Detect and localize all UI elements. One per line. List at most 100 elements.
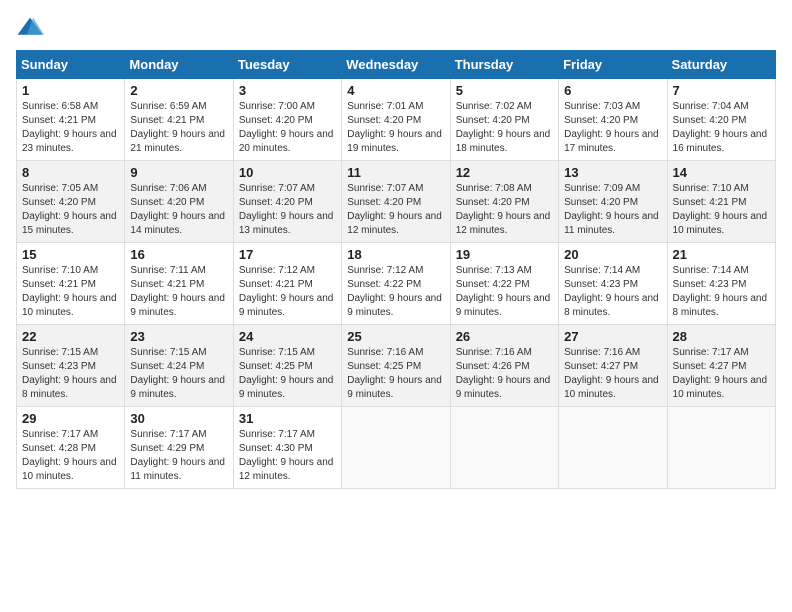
day-of-week-header: Saturday — [667, 51, 775, 79]
day-number: 14 — [673, 165, 770, 180]
calendar-cell: 11 Sunrise: 7:07 AMSunset: 4:20 PMDayligh… — [342, 161, 450, 243]
day-info: Sunrise: 7:15 AMSunset: 4:23 PMDaylight:… — [22, 346, 119, 402]
day-info: Sunrise: 7:17 AMSunset: 4:28 PMDaylight:… — [22, 428, 119, 484]
day-info: Sunrise: 7:08 AMSunset: 4:20 PMDaylight:… — [456, 182, 553, 238]
calendar-week-row: 22 Sunrise: 7:15 AMSunset: 4:23 PMDayligh… — [17, 325, 776, 407]
day-of-week-header: Thursday — [450, 51, 558, 79]
day-of-week-header: Wednesday — [342, 51, 450, 79]
calendar-cell: 14 Sunrise: 7:10 AMSunset: 4:21 PMDayligh… — [667, 161, 775, 243]
calendar-cell: 15Sunrise: 7:10 AMSunset: 4:21 PMDayligh… — [17, 243, 125, 325]
day-number: 18 — [347, 247, 444, 262]
calendar-cell — [342, 407, 450, 489]
day-of-week-header: Sunday — [17, 51, 125, 79]
day-number: 1 — [22, 83, 119, 98]
calendar-week-row: 15Sunrise: 7:10 AMSunset: 4:21 PMDayligh… — [17, 243, 776, 325]
day-info: Sunrise: 7:13 AMSunset: 4:22 PMDaylight:… — [456, 264, 553, 320]
day-info: Sunrise: 7:06 AMSunset: 4:20 PMDaylight:… — [130, 182, 227, 238]
day-of-week-header: Monday — [125, 51, 233, 79]
day-info: Sunrise: 7:12 AMSunset: 4:21 PMDaylight:… — [239, 264, 336, 320]
day-info: Sunrise: 7:05 AMSunset: 4:20 PMDaylight:… — [22, 182, 119, 238]
day-info: Sunrise: 7:14 AMSunset: 4:23 PMDaylight:… — [673, 264, 770, 320]
day-number: 4 — [347, 83, 444, 98]
day-info: Sunrise: 7:10 AMSunset: 4:21 PMDaylight:… — [673, 182, 770, 238]
day-number: 24 — [239, 329, 336, 344]
day-number: 27 — [564, 329, 661, 344]
logo — [16, 16, 48, 38]
calendar-cell: 10Sunrise: 7:07 AMSunset: 4:20 PMDayligh… — [233, 161, 341, 243]
day-info: Sunrise: 7:16 AMSunset: 4:27 PMDaylight:… — [564, 346, 661, 402]
calendar-cell: 30 Sunrise: 7:17 AMSunset: 4:29 PMDayligh… — [125, 407, 233, 489]
calendar-cell: 23 Sunrise: 7:15 AMSunset: 4:24 PMDayligh… — [125, 325, 233, 407]
day-number: 13 — [564, 165, 661, 180]
calendar-cell: 5Sunrise: 7:02 AMSunset: 4:20 PMDaylight… — [450, 79, 558, 161]
calendar-cell — [450, 407, 558, 489]
calendar-cell: 25 Sunrise: 7:16 AMSunset: 4:25 PMDayligh… — [342, 325, 450, 407]
day-number: 20 — [564, 247, 661, 262]
page-header — [16, 16, 776, 38]
day-info: Sunrise: 7:01 AMSunset: 4:20 PMDaylight:… — [347, 100, 444, 156]
calendar-cell: 18 Sunrise: 7:12 AMSunset: 4:22 PMDayligh… — [342, 243, 450, 325]
calendar-cell: 24 Sunrise: 7:15 AMSunset: 4:25 PMDayligh… — [233, 325, 341, 407]
day-number: 6 — [564, 83, 661, 98]
day-number: 16 — [130, 247, 227, 262]
day-info: Sunrise: 7:16 AMSunset: 4:26 PMDaylight:… — [456, 346, 553, 402]
day-info: Sunrise: 7:04 AMSunset: 4:20 PMDaylight:… — [673, 100, 770, 156]
day-number: 7 — [673, 83, 770, 98]
day-number: 15 — [22, 247, 119, 262]
day-number: 29 — [22, 411, 119, 426]
day-info: Sunrise: 7:12 AMSunset: 4:22 PMDaylight:… — [347, 264, 444, 320]
day-number: 2 — [130, 83, 227, 98]
calendar-cell — [559, 407, 667, 489]
calendar-cell: 19 Sunrise: 7:13 AMSunset: 4:22 PMDayligh… — [450, 243, 558, 325]
day-number: 31 — [239, 411, 336, 426]
calendar-cell: 26 Sunrise: 7:16 AMSunset: 4:26 PMDayligh… — [450, 325, 558, 407]
calendar-cell: 27 Sunrise: 7:16 AMSunset: 4:27 PMDayligh… — [559, 325, 667, 407]
day-number: 30 — [130, 411, 227, 426]
day-number: 9 — [130, 165, 227, 180]
day-number: 21 — [673, 247, 770, 262]
day-info: Sunrise: 7:07 AMSunset: 4:20 PMDaylight:… — [347, 182, 444, 238]
day-of-week-header: Friday — [559, 51, 667, 79]
day-number: 8 — [22, 165, 119, 180]
calendar-cell: 17 Sunrise: 7:12 AMSunset: 4:21 PMDayligh… — [233, 243, 341, 325]
day-number: 3 — [239, 83, 336, 98]
calendar-cell: 29 Sunrise: 7:17 AMSunset: 4:28 PMDayligh… — [17, 407, 125, 489]
day-number: 10 — [239, 165, 336, 180]
day-number: 19 — [456, 247, 553, 262]
day-number: 25 — [347, 329, 444, 344]
calendar-week-row: 1 Sunrise: 6:58 AMSunset: 4:21 PMDaylight… — [17, 79, 776, 161]
calendar-cell: 22 Sunrise: 7:15 AMSunset: 4:23 PMDayligh… — [17, 325, 125, 407]
calendar-cell: 9 Sunrise: 7:06 AMSunset: 4:20 PMDaylight… — [125, 161, 233, 243]
day-number: 22 — [22, 329, 119, 344]
calendar-cell: 6 Sunrise: 7:03 AMSunset: 4:20 PMDaylight… — [559, 79, 667, 161]
calendar-cell: 4 Sunrise: 7:01 AMSunset: 4:20 PMDaylight… — [342, 79, 450, 161]
day-of-week-header: Tuesday — [233, 51, 341, 79]
logo-icon — [16, 16, 44, 38]
day-info: Sunrise: 7:09 AMSunset: 4:20 PMDaylight:… — [564, 182, 661, 238]
day-number: 12 — [456, 165, 553, 180]
day-info: Sunrise: 7:17 AMSunset: 4:29 PMDaylight:… — [130, 428, 227, 484]
calendar-cell: 1 Sunrise: 6:58 AMSunset: 4:21 PMDaylight… — [17, 79, 125, 161]
day-info: Sunrise: 7:02 AMSunset: 4:20 PMDaylight:… — [456, 100, 553, 156]
calendar-cell: 7 Sunrise: 7:04 AMSunset: 4:20 PMDaylight… — [667, 79, 775, 161]
day-info: Sunrise: 7:11 AMSunset: 4:21 PMDaylight:… — [130, 264, 227, 320]
day-info: Sunrise: 6:59 AMSunset: 4:21 PMDaylight:… — [130, 100, 227, 156]
day-info: Sunrise: 6:58 AMSunset: 4:21 PMDaylight:… — [22, 100, 119, 156]
day-info: Sunrise: 7:15 AMSunset: 4:24 PMDaylight:… — [130, 346, 227, 402]
day-number: 26 — [456, 329, 553, 344]
day-info: Sunrise: 7:00 AMSunset: 4:20 PMDaylight:… — [239, 100, 336, 156]
day-info: Sunrise: 7:15 AMSunset: 4:25 PMDaylight:… — [239, 346, 336, 402]
day-number: 17 — [239, 247, 336, 262]
calendar-cell: 2 Sunrise: 6:59 AMSunset: 4:21 PMDaylight… — [125, 79, 233, 161]
calendar-cell: 20 Sunrise: 7:14 AMSunset: 4:23 PMDayligh… — [559, 243, 667, 325]
calendar-cell: 16 Sunrise: 7:11 AMSunset: 4:21 PMDayligh… — [125, 243, 233, 325]
day-info: Sunrise: 7:03 AMSunset: 4:20 PMDaylight:… — [564, 100, 661, 156]
calendar-week-row: 29 Sunrise: 7:17 AMSunset: 4:28 PMDayligh… — [17, 407, 776, 489]
calendar-cell — [667, 407, 775, 489]
calendar-body: 1 Sunrise: 6:58 AMSunset: 4:21 PMDaylight… — [17, 79, 776, 489]
day-info: Sunrise: 7:14 AMSunset: 4:23 PMDaylight:… — [564, 264, 661, 320]
day-number: 23 — [130, 329, 227, 344]
day-number: 11 — [347, 165, 444, 180]
day-info: Sunrise: 7:16 AMSunset: 4:25 PMDaylight:… — [347, 346, 444, 402]
calendar-table: SundayMondayTuesdayWednesdayThursdayFrid… — [16, 50, 776, 489]
